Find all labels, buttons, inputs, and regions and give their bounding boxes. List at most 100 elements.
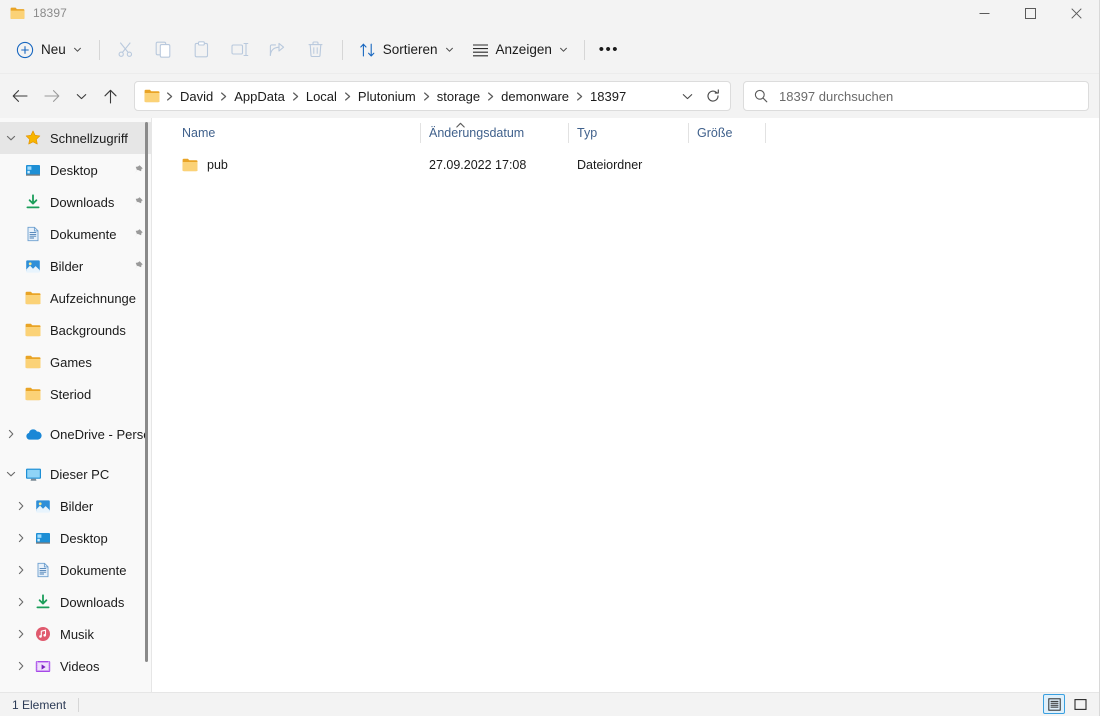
sidebar-item-pictures-qa[interactable]: Bilder xyxy=(0,250,151,282)
chevron-right-icon[interactable] xyxy=(10,501,32,511)
sidebar-item-label: Downloads xyxy=(60,594,125,610)
new-button-label: Neu xyxy=(41,42,66,57)
sidebar-item-label: Dieser PC xyxy=(50,466,110,482)
pictures-icon xyxy=(32,498,54,514)
sidebar-item-videos-pc[interactable]: Videos xyxy=(0,650,151,682)
download-icon xyxy=(22,194,44,210)
recent-locations-button[interactable] xyxy=(68,81,94,111)
sidebar-item-quick-access[interactable]: Schnellzugriff xyxy=(0,122,151,154)
maximize-button[interactable] xyxy=(1007,0,1053,26)
document-icon xyxy=(22,226,44,242)
plus-circle-icon xyxy=(16,41,34,59)
sidebar-item-pictures-pc[interactable]: Bilder xyxy=(0,490,151,522)
sidebar-item-label: Desktop xyxy=(60,530,108,546)
search-input[interactable]: 18397 durchsuchen xyxy=(779,89,893,104)
chevron-right-icon[interactable] xyxy=(10,597,32,607)
sidebar-item-games[interactable]: Games xyxy=(0,346,151,378)
pc-icon xyxy=(22,467,44,482)
rename-button[interactable] xyxy=(221,34,259,66)
sidebar-item-desktop-qa[interactable]: Desktop xyxy=(0,154,151,186)
file-date-cell: 27.09.2022 17:08 xyxy=(429,158,527,172)
sidebar-item-music-pc[interactable]: Musik xyxy=(0,618,151,650)
toolbar-divider-2 xyxy=(341,39,343,60)
chevron-right-icon[interactable] xyxy=(10,565,32,575)
breadcrumb-item-0[interactable]: David xyxy=(174,86,219,107)
new-button[interactable]: Neu xyxy=(10,34,92,66)
breadcrumb-item-3[interactable]: Plutonium xyxy=(352,86,422,107)
breadcrumb-item-2[interactable]: Local xyxy=(300,86,343,107)
sidebar-item-label: Aufzeichnunge xyxy=(50,290,137,306)
title-bar: 18397 xyxy=(0,0,1099,26)
sidebar-item-label: Backgrounds xyxy=(50,322,126,338)
command-toolbar: Neu Sortieren Anzeigen ••• xyxy=(0,26,1099,74)
sidebar-item-aufzeichnungen[interactable]: Aufzeichnunge xyxy=(0,282,151,314)
column-header-name[interactable]: Name xyxy=(174,118,421,148)
breadcrumb-item-6[interactable]: 18397 xyxy=(584,86,632,107)
delete-button[interactable] xyxy=(297,34,335,66)
chevron-right-icon[interactable] xyxy=(10,533,32,543)
sidebar-item-desktop-pc[interactable]: Desktop xyxy=(0,522,151,554)
sidebar-item-label: Desktop xyxy=(50,162,98,178)
up-button[interactable] xyxy=(94,81,126,111)
navigation-pane-scroll: Schnellzugriff Desktop Downloads Dokumen… xyxy=(0,118,151,692)
cloud-icon xyxy=(22,428,44,441)
folder-icon xyxy=(182,158,198,172)
sidebar-item-documents-qa[interactable]: Dokumente xyxy=(0,218,151,250)
forward-button[interactable] xyxy=(36,81,68,111)
chevron-right-icon[interactable] xyxy=(10,661,32,671)
paste-button[interactable] xyxy=(183,34,221,66)
column-header-type[interactable]: Typ xyxy=(569,118,689,148)
chevron-down-icon xyxy=(559,45,568,54)
sidebar-item-downloads-qa[interactable]: Downloads xyxy=(0,186,151,218)
sidebar-item-backgrounds[interactable]: Backgrounds xyxy=(0,314,151,346)
sidebar-item-onedrive[interactable]: OneDrive - Perso xyxy=(0,418,151,450)
column-divider[interactable] xyxy=(765,123,766,143)
sidebar-item-downloads-pc[interactable]: Downloads xyxy=(0,586,151,618)
chevron-down-icon[interactable] xyxy=(0,133,22,143)
sidebar-item-documents-pc[interactable]: Dokumente xyxy=(0,554,151,586)
column-header-size[interactable]: Größe xyxy=(689,118,766,148)
minimize-button[interactable] xyxy=(961,0,1007,26)
sidebar-item-label: Downloads xyxy=(50,194,115,210)
details-view-button[interactable] xyxy=(1043,694,1065,714)
view-button-label: Anzeigen xyxy=(495,42,552,57)
cut-button[interactable] xyxy=(107,34,145,66)
sidebar-item-steriod[interactable]: Steriod xyxy=(0,378,151,410)
chevron-right-icon[interactable] xyxy=(0,429,22,439)
sidebar-item-label: Bilder xyxy=(50,258,84,274)
large-icons-icon xyxy=(1073,698,1087,711)
more-options-button[interactable]: ••• xyxy=(592,34,626,66)
sidebar-item-this-pc[interactable]: Dieser PC xyxy=(0,458,151,490)
view-button[interactable]: Anzeigen xyxy=(463,34,577,66)
chevron-right-icon[interactable] xyxy=(10,629,32,639)
status-divider xyxy=(78,697,80,712)
folder-icon xyxy=(142,89,165,103)
chevron-down-icon xyxy=(445,45,454,54)
refresh-button[interactable] xyxy=(700,83,726,109)
navigation-pane-scrollbar[interactable] xyxy=(145,122,148,662)
chevron-down-icon[interactable] xyxy=(0,469,22,479)
search-box[interactable]: 18397 durchsuchen xyxy=(743,81,1089,111)
close-button[interactable] xyxy=(1053,0,1099,26)
address-bar[interactable]: David AppData Local Plutonium storage de… xyxy=(134,81,731,111)
breadcrumb-item-1[interactable]: AppData xyxy=(228,86,291,107)
sort-button[interactable]: Sortieren xyxy=(350,34,463,66)
document-icon xyxy=(32,562,54,578)
share-button[interactable] xyxy=(259,34,297,66)
breadcrumb-separator-icon xyxy=(165,91,174,101)
folder-icon xyxy=(22,355,44,369)
breadcrumb-item-5[interactable]: demonware xyxy=(495,86,575,107)
large-icons-view-button[interactable] xyxy=(1069,694,1091,714)
address-dropdown-button[interactable] xyxy=(674,83,700,109)
breadcrumb-item-4[interactable]: storage xyxy=(431,86,486,107)
details-icon xyxy=(1047,697,1061,711)
rename-icon xyxy=(231,41,249,58)
title-bar-left: 18397 xyxy=(0,6,67,20)
copy-button[interactable] xyxy=(145,34,183,66)
toolbar-divider-3 xyxy=(583,39,585,60)
table-row[interactable]: pub 27.09.2022 17:08 Dateiordner xyxy=(152,152,1099,178)
column-header-date[interactable]: Änderungsdatum xyxy=(421,118,569,148)
back-button[interactable] xyxy=(4,81,36,111)
desktop-icon xyxy=(22,162,44,178)
